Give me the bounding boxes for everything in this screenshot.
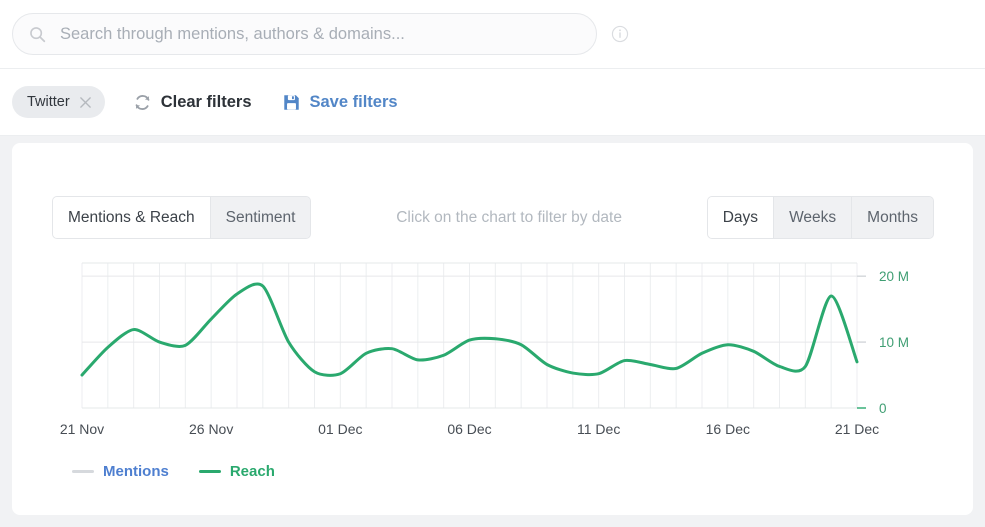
svg-text:20 M: 20 M bbox=[879, 269, 909, 284]
legend-label-mentions: Mentions bbox=[103, 463, 169, 480]
chart-legend: Mentions Reach bbox=[72, 463, 275, 480]
legend-item-mentions[interactable]: Mentions bbox=[72, 463, 169, 480]
tab-mentions-reach[interactable]: Mentions & Reach bbox=[53, 197, 211, 238]
chart-hint: Click on the chart to filter by date bbox=[396, 208, 622, 226]
svg-text:01 Dec: 01 Dec bbox=[318, 421, 362, 437]
legend-label-reach: Reach bbox=[229, 463, 275, 480]
search-input[interactable] bbox=[58, 23, 580, 45]
clear-filters-label: Clear filters bbox=[160, 92, 252, 111]
info-circle-icon[interactable] bbox=[611, 25, 629, 43]
close-icon[interactable] bbox=[79, 96, 92, 109]
tab-days-label: Days bbox=[722, 208, 759, 226]
tab-weeks[interactable]: Weeks bbox=[774, 197, 853, 238]
svg-text:11 Dec: 11 Dec bbox=[577, 421, 620, 437]
search-field[interactable] bbox=[12, 13, 597, 55]
floppy-disk-icon bbox=[282, 93, 301, 112]
metric-tab-group: Mentions & Reach Sentiment bbox=[52, 196, 312, 239]
legend-swatch-reach bbox=[198, 470, 221, 473]
svg-text:0: 0 bbox=[879, 401, 887, 416]
reach-line-chart[interactable]: 0 10 M 20 M 21 Nov 26 Nov 01 Dec 06 Dec 11 Dec 1… bbox=[12, 255, 973, 440]
search-icon bbox=[29, 26, 46, 43]
legend-swatch-mentions bbox=[72, 470, 94, 473]
tab-months[interactable]: Months bbox=[852, 197, 933, 238]
range-tab-group: Days Weeks Months bbox=[706, 196, 934, 239]
tab-months-label: Months bbox=[867, 208, 918, 226]
svg-text:06 Dec: 06 Dec bbox=[447, 421, 491, 437]
save-filters-label: Save filters bbox=[309, 92, 398, 111]
tab-sentiment[interactable]: Sentiment bbox=[210, 197, 311, 238]
tab-weeks-label: Weeks bbox=[789, 208, 837, 226]
svg-text:16 Dec: 16 Dec bbox=[706, 421, 750, 437]
refresh-icon bbox=[133, 93, 152, 112]
svg-text:26 Nov: 26 Nov bbox=[189, 421, 233, 437]
chart-header: Mentions & Reach Sentiment Click on the … bbox=[52, 196, 934, 239]
legend-item-reach[interactable]: Reach bbox=[198, 463, 275, 480]
tab-days[interactable]: Days bbox=[707, 197, 775, 238]
filter-chip-label: Twitter bbox=[27, 94, 70, 110]
tab-sentiment-label: Sentiment bbox=[225, 208, 296, 226]
chart-card: Mentions & Reach Sentiment Click on the … bbox=[12, 143, 973, 515]
save-filters-button[interactable]: Save filters bbox=[282, 93, 398, 112]
chart-plot-area[interactable]: 0 10 M 20 M 21 Nov 26 Nov 01 Dec 06 Dec 11 Dec 1… bbox=[12, 255, 973, 440]
svg-text:10 M: 10 M bbox=[879, 335, 909, 350]
svg-text:21 Dec: 21 Dec bbox=[835, 421, 879, 437]
tab-mentions-reach-label: Mentions & Reach bbox=[68, 208, 195, 226]
svg-text:21 Nov: 21 Nov bbox=[60, 421, 104, 437]
search-bar bbox=[0, 0, 985, 69]
filter-bar: Twitter Clear filters Save filters bbox=[0, 69, 985, 136]
filter-chip-twitter[interactable]: Twitter bbox=[12, 86, 105, 118]
clear-filters-button[interactable]: Clear filters bbox=[133, 93, 252, 112]
